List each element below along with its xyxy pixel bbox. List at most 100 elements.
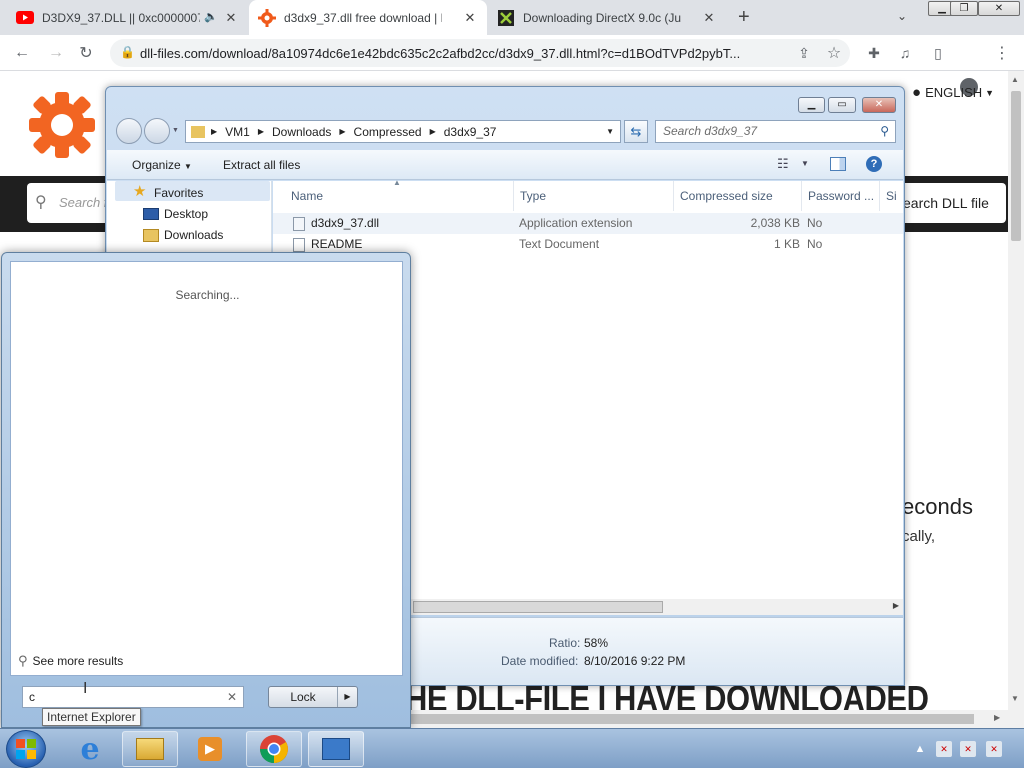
search-icon: ⚲ bbox=[35, 194, 47, 211]
file-password: No bbox=[807, 216, 823, 230]
folder-icon bbox=[136, 738, 164, 760]
nav-favorites[interactable]: Favorites bbox=[154, 186, 203, 200]
view-dropdown-icon[interactable]: ▼ bbox=[801, 159, 809, 168]
hscroll-thumb[interactable] bbox=[413, 601, 663, 613]
action-center-icon[interactable]: ✕ bbox=[936, 741, 952, 757]
nav-desktop[interactable]: Desktop bbox=[164, 207, 208, 221]
url-text: dll-files.com/download/8a10974dc6e1e42bd… bbox=[140, 45, 741, 61]
file-name: d3dx9_37.dll bbox=[311, 216, 380, 230]
recent-pages-chevron-icon[interactable]: ▼ bbox=[172, 127, 179, 134]
magnifier-icon: ⚲ bbox=[18, 653, 28, 668]
bookmark-star-icon[interactable]: ☆ bbox=[824, 43, 844, 63]
view-options-icon[interactable]: ☷ bbox=[777, 156, 789, 172]
page-vertical-scrollbar[interactable]: ▲ ▼ bbox=[1008, 71, 1024, 728]
tooltip: Internet Explorer bbox=[42, 708, 141, 726]
language-label: ENGLISH bbox=[925, 85, 983, 100]
tab-dll-files[interactable]: d3dx9_37.dll free download | DLL ✕ bbox=[249, 0, 487, 35]
address-bar[interactable]: 🔒 dll-files.com/download/8a10974dc6e1e42… bbox=[110, 39, 850, 67]
organize-button[interactable]: Organize ▼ bbox=[132, 158, 192, 172]
close-window-button[interactable]: ✕ bbox=[978, 1, 1020, 16]
restore-button[interactable]: ❐ bbox=[950, 1, 978, 16]
internet-explorer-icon: e bbox=[80, 731, 100, 767]
back-button[interactable] bbox=[116, 118, 142, 144]
help-icon[interactable]: ? bbox=[866, 156, 882, 172]
column-type[interactable]: Type bbox=[514, 181, 674, 211]
breadcrumb-d3dx9-37[interactable]: d3dx9_37 bbox=[444, 125, 497, 139]
tab-close-icon[interactable]: ✕ bbox=[463, 11, 477, 25]
file-password: No bbox=[807, 237, 823, 251]
lock-options-arrow-icon[interactable]: ▶ bbox=[337, 687, 357, 707]
file-row-dll[interactable]: d3dx9_37.dll Application extension 2,038… bbox=[273, 213, 903, 234]
organize-label: Organize bbox=[132, 158, 181, 172]
dll-files-gear-icon bbox=[258, 8, 276, 27]
column-compressed-size[interactable]: Compressed size bbox=[674, 181, 802, 211]
media-icon[interactable]: ♫ bbox=[895, 43, 915, 63]
explorer-close-button[interactable]: ✕ bbox=[862, 97, 896, 113]
scrollbar-thumb[interactable] bbox=[1011, 91, 1021, 241]
scroll-down-icon[interactable]: ▼ bbox=[1011, 694, 1019, 703]
media-player-icon: ▶ bbox=[198, 737, 222, 761]
tab-youtube[interactable]: D3DX9_37.DLL || 0xc0000007 🔈 ✕ bbox=[10, 0, 248, 35]
preview-pane-icon[interactable] bbox=[830, 157, 846, 171]
chevron-down-icon: ▼ bbox=[985, 87, 995, 98]
tab-close-icon[interactable]: ✕ bbox=[702, 11, 716, 25]
start-menu-results: Searching... ⚲ See more results bbox=[10, 261, 403, 676]
start-button[interactable] bbox=[6, 730, 46, 768]
date-modified-label: Date modified: bbox=[501, 654, 579, 668]
lock-button[interactable]: Lock ▶ bbox=[268, 686, 358, 708]
breadcrumb-downloads[interactable]: Downloads bbox=[272, 125, 331, 139]
scroll-right-icon[interactable]: ▶ bbox=[994, 713, 1000, 722]
breadcrumb-compressed[interactable]: Compressed bbox=[354, 125, 422, 139]
see-more-results-link[interactable]: ⚲ See more results bbox=[18, 653, 123, 669]
text-cursor-icon: I bbox=[83, 680, 88, 697]
dll-file-icon bbox=[293, 217, 305, 231]
back-arrow-icon[interactable]: ← bbox=[12, 43, 32, 63]
refresh-icon[interactable]: ⇆ bbox=[624, 120, 648, 143]
menu-kebab-icon[interactable]: ⋮ bbox=[992, 43, 1012, 63]
taskbar-control-panel[interactable] bbox=[308, 731, 364, 767]
explorer-maximize-button[interactable]: ▭ bbox=[828, 97, 856, 113]
directx-x-icon bbox=[498, 9, 514, 26]
desktop-icon bbox=[143, 208, 159, 220]
taskbar: e ▶ ▲ ✕ ✕ ✕ bbox=[0, 728, 1024, 768]
taskbar-explorer[interactable] bbox=[122, 731, 178, 767]
explorer-address-bar[interactable]: ▶ VM1 ▶ Downloads ▶ Compressed ▶ d3dx9_3… bbox=[185, 120, 621, 143]
ratio-label: Ratio: bbox=[549, 636, 581, 650]
column-extra[interactable]: Si bbox=[880, 181, 903, 211]
address-dropdown-icon[interactable]: ▼ bbox=[606, 127, 614, 136]
volume-icon[interactable]: ✕ bbox=[986, 741, 1002, 757]
tab-directx[interactable]: Downloading DirectX 9.0c (Jun 1 ✕ bbox=[488, 0, 726, 35]
extract-all-button[interactable]: Extract all files bbox=[223, 158, 300, 172]
file-type: Text Document bbox=[519, 237, 600, 251]
language-selector[interactable]: ● ENGLISH ▼ bbox=[912, 84, 994, 101]
forward-arrow-icon[interactable]: → bbox=[46, 43, 66, 63]
forward-button[interactable] bbox=[144, 118, 170, 144]
column-name[interactable]: Name bbox=[285, 181, 514, 211]
start-search-input[interactable]: c ✕ I bbox=[22, 680, 244, 708]
new-tab-icon[interactable]: + bbox=[738, 7, 750, 27]
side-panel-icon[interactable]: ▯ bbox=[928, 43, 948, 63]
explorer-search-input[interactable]: Search d3dx9_37 ⚲ bbox=[655, 120, 896, 143]
tab-close-icon[interactable]: ✕ bbox=[224, 11, 238, 25]
taskbar-media-player[interactable]: ▶ bbox=[182, 731, 238, 767]
clear-search-icon[interactable]: ✕ bbox=[227, 687, 237, 707]
taskbar-internet-explorer[interactable]: e bbox=[62, 731, 118, 767]
partial-body-text: cally, bbox=[902, 528, 936, 545]
explorer-minimize-button[interactable]: ▁ bbox=[798, 97, 825, 113]
show-hidden-icons-icon[interactable]: ▲ bbox=[912, 741, 928, 757]
hscroll-thumb[interactable] bbox=[410, 714, 974, 724]
reload-icon[interactable]: ↻ bbox=[76, 43, 96, 63]
tab-search-chevron-icon[interactable]: ⌄ bbox=[897, 9, 907, 23]
column-password[interactable]: Password ... bbox=[802, 181, 880, 211]
network-icon[interactable]: ✕ bbox=[960, 741, 976, 757]
nav-downloads[interactable]: Downloads bbox=[164, 228, 223, 242]
search-dll-button[interactable]: earch DLL file bbox=[893, 183, 1006, 223]
speaker-icon[interactable]: 🔈 bbox=[204, 10, 218, 23]
extensions-icon[interactable]: ✚ bbox=[864, 43, 884, 63]
breadcrumb-vm1[interactable]: VM1 bbox=[225, 125, 250, 139]
lock-label: Lock bbox=[290, 690, 316, 704]
scroll-up-icon[interactable]: ▲ bbox=[1011, 75, 1019, 84]
taskbar-chrome[interactable] bbox=[246, 731, 302, 767]
scroll-right-icon[interactable]: ▶ bbox=[893, 601, 899, 610]
share-icon[interactable]: ⇪ bbox=[794, 43, 814, 63]
